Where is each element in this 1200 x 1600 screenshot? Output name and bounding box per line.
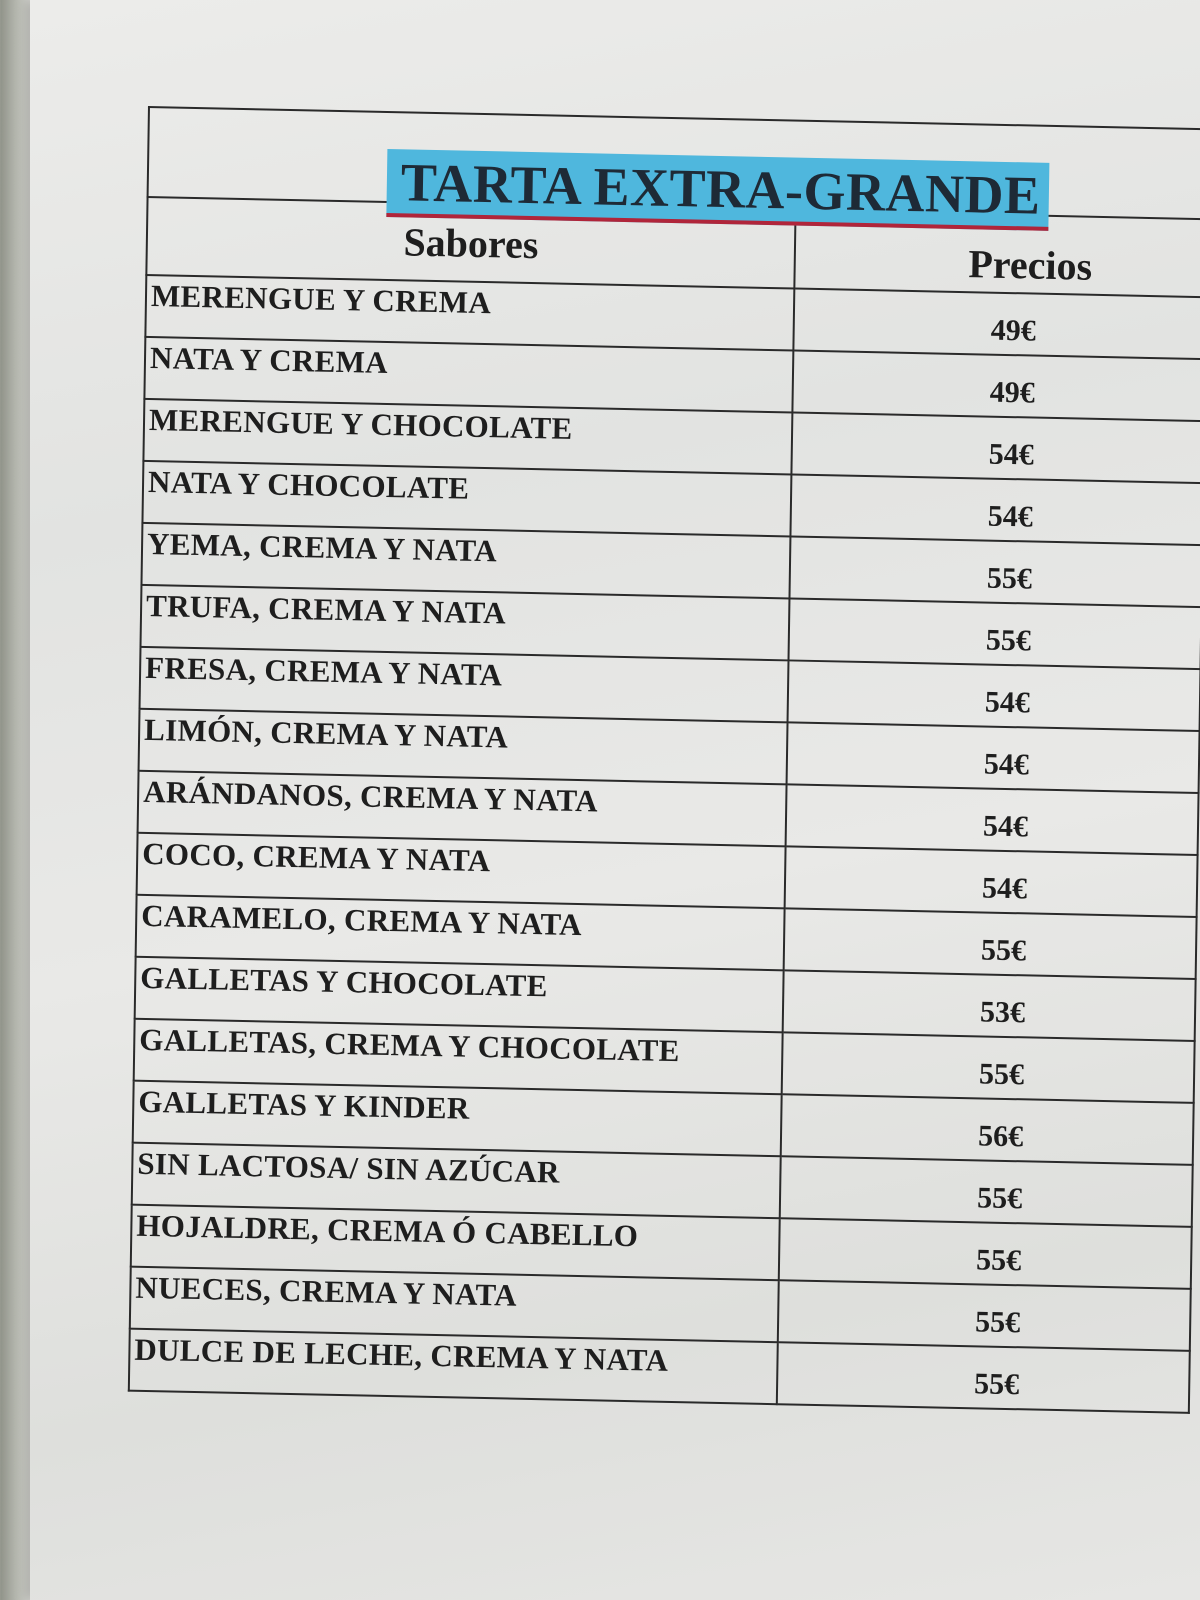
price-cell: 55€ xyxy=(781,1032,1195,1103)
price-cell: 56€ xyxy=(780,1094,1194,1165)
price-cell: 55€ xyxy=(789,536,1200,608)
price-cell: 55€ xyxy=(783,908,1197,979)
price-table: Sabores Precios MERENGUE Y CREMA 49€ NATA … xyxy=(128,196,1200,1414)
price-menu: TARTA EXTRA-GRANDE Sabores Precios MEREN… xyxy=(128,106,1200,1414)
price-cell: 54€ xyxy=(791,412,1200,484)
price-cell: 55€ xyxy=(777,1280,1191,1351)
price-cell: 55€ xyxy=(776,1342,1190,1413)
price-rows: MERENGUE Y CREMA 49€ NATA Y CREMA 49€ MERENG… xyxy=(128,274,1200,1413)
price-cell: 54€ xyxy=(785,784,1199,855)
price-cell: 55€ xyxy=(778,1218,1192,1289)
price-cell: 54€ xyxy=(784,846,1198,917)
price-cell: 55€ xyxy=(788,598,1200,670)
price-cell: 53€ xyxy=(782,970,1196,1041)
price-cell: 54€ xyxy=(790,474,1200,546)
menu-title: TARTA EXTRA-GRANDE xyxy=(400,152,1042,226)
price-cell: 55€ xyxy=(779,1156,1193,1227)
paper-sheet: TARTA EXTRA-GRANDE Sabores Precios MEREN… xyxy=(30,0,1200,1600)
title-highlight: TARTA EXTRA-GRANDE xyxy=(386,149,1050,231)
price-cell: 49€ xyxy=(793,288,1200,360)
flavor-cell: DULCE DE LECHE, CREMA Y NATA xyxy=(128,1328,778,1405)
price-cell: 54€ xyxy=(787,660,1200,732)
price-cell: 49€ xyxy=(792,350,1200,422)
price-cell: 54€ xyxy=(786,722,1200,794)
